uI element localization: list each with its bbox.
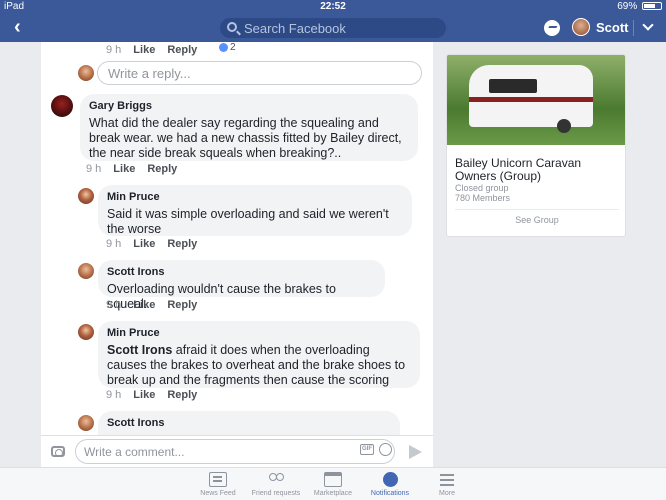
menu-icon [438,472,456,487]
reply-input[interactable]: Write a reply... [97,61,422,85]
battery-indicator: 69% [617,1,662,12]
send-icon[interactable] [409,445,422,459]
comment-meta: 9 h Like Reply [86,163,189,175]
avatar [78,65,94,81]
mention-link[interactable]: Scott Irons [107,343,172,357]
group-cover-photo[interactable] [447,55,625,145]
tab-marketplace[interactable]: Marketplace [303,472,363,497]
comment-time: 9 h [86,163,102,175]
like-link[interactable]: Like [133,44,155,56]
tab-label: Marketplace [313,490,353,497]
tab-label: Notifications [370,490,410,497]
caravan-wheel [557,119,571,133]
comment-author[interactable]: Scott Irons [107,265,376,280]
comment-input[interactable]: Write a comment... [75,439,395,464]
comment-bubble: Gary Briggs What did the dealer say rega… [80,94,418,161]
comment-author[interactable]: Min Pruce [107,190,403,205]
reaction-count[interactable]: 2 [219,42,236,53]
clock: 22:52 [320,1,346,12]
reply-link[interactable]: Reply [167,299,197,311]
profile-name[interactable]: Scott [596,20,629,35]
comment-meta: 9 h Like Reply [106,238,209,250]
search-input[interactable] [244,18,440,38]
emoji-icon[interactable] [379,443,392,456]
avatar[interactable] [78,324,94,340]
reply-link[interactable]: Reply [167,389,197,401]
tab-label: More [439,490,455,497]
back-arrow-icon[interactable]: ‹ [14,16,21,38]
avatar[interactable] [51,95,73,117]
avatar[interactable] [78,188,94,204]
comment-text: What did the dealer say regarding the sq… [89,116,402,160]
battery-fill [644,4,655,8]
bottom-tab-bar: News Feed Friend requests Marketplace No… [0,467,666,500]
news-feed-icon [209,472,227,487]
search-icon [227,22,237,32]
see-group-button[interactable]: See Group [447,215,625,225]
reply-link[interactable]: Reply [167,44,197,56]
comment-time: 9 h [106,238,122,250]
like-link[interactable]: Like [113,163,135,175]
globe-icon [382,472,398,487]
comment-time: 9 h [106,44,122,56]
comment-author[interactable]: Scott Irons [107,416,391,431]
group-privacy: Closed group [455,183,509,193]
reply-link[interactable]: Reply [167,238,197,250]
top-nav-bar: ‹ Scott [0,14,666,42]
comment-time: 9 h [106,299,122,311]
battery-percent: 69% [617,1,638,12]
comment-meta: 9 h Like Reply [106,389,209,401]
messenger-icon[interactable] [544,20,560,36]
comment-time: 9 h [106,389,122,401]
group-title[interactable]: Bailey Unicorn Caravan Owners (Group) [455,157,621,183]
comment-meta: 9 h Like Reply [106,44,209,56]
tab-label: Friend requests [251,490,301,497]
nav-divider [633,20,634,36]
comment-bubble: Min Pruce Said it was simple overloading… [98,185,412,236]
tab-news-feed[interactable]: News Feed [188,472,248,497]
like-link[interactable]: Like [133,389,155,401]
tab-more[interactable]: More [417,472,477,497]
comment-meta: 9 h Like Reply [106,299,209,311]
comment-bubble: Scott Irons [98,411,400,435]
like-reaction-icon [219,43,228,52]
profile-avatar[interactable] [572,18,590,36]
comment-bubble: Scott Irons Overloading wouldn't cause t… [98,260,385,311]
caravan-shape [469,65,593,127]
tab-notifications[interactable]: Notifications [360,472,420,497]
comment-bubble: Min Pruce Scott Irons afraid it does whe… [98,321,420,388]
status-bar: iPad 22:52 69% [0,0,666,14]
tab-friend-requests[interactable]: Friend requests [246,472,306,497]
like-link[interactable]: Like [133,238,155,250]
group-card[interactable]: Bailey Unicorn Caravan Owners (Group) Cl… [446,54,626,237]
comment-composer: Write a comment... GIF [41,435,433,467]
marketplace-icon [324,472,342,487]
caravan-window [489,79,537,93]
comments-panel: 9 h Like Reply 2 Write a reply... Gary Bri… [41,42,433,435]
camera-icon[interactable] [51,446,65,457]
reply-link[interactable]: Reply [147,163,177,175]
card-divider [455,209,619,210]
group-members: 780 Members [455,193,511,203]
comment-text: Said it was simple overloading and said … [107,207,389,236]
friends-icon [267,472,285,487]
battery-icon [642,2,662,10]
comment-author[interactable]: Min Pruce [107,326,411,341]
like-link[interactable]: Like [133,299,155,311]
chevron-down-icon[interactable] [642,19,654,31]
reaction-number: 2 [230,42,236,53]
tab-label: News Feed [200,490,236,497]
avatar[interactable] [78,263,94,279]
gif-icon[interactable]: GIF [360,444,374,455]
comment-author[interactable]: Gary Briggs [89,99,409,114]
caravan-stripe [469,97,593,102]
search-bar[interactable] [220,18,446,38]
avatar[interactable] [78,415,94,431]
